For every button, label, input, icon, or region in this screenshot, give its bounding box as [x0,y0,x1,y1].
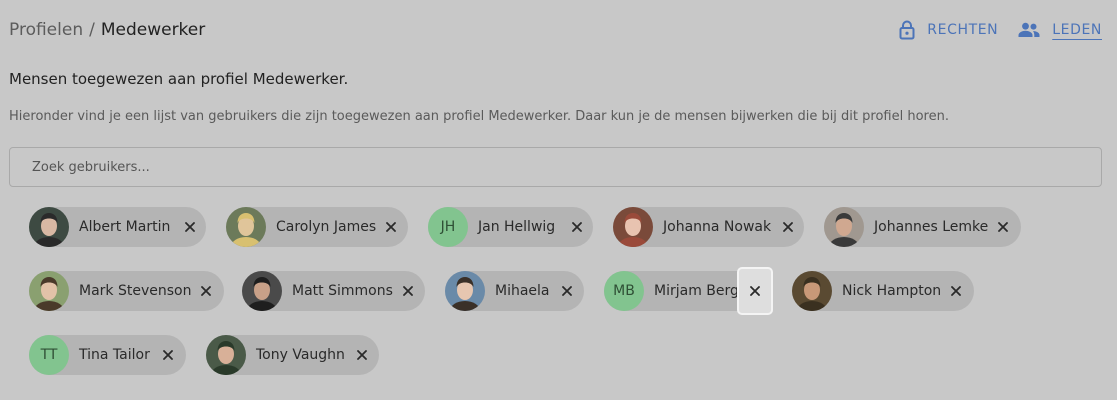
remove-member-button[interactable] [992,216,1014,238]
close-icon [572,222,582,232]
close-icon [951,286,961,296]
remove-member-button[interactable] [777,216,799,238]
avatar: MB [604,271,644,311]
tab-rechten-label: RECHTEN [927,22,999,38]
member-chip[interactable]: Tony Vaughn [206,335,379,375]
page-title: Medewerker [100,20,206,40]
member-name: Mihaela [495,283,550,299]
close-icon [783,222,793,232]
tab-bar: RECHTEN LEDEN [899,20,1102,40]
lock-icon [899,20,915,40]
remove-member-button[interactable] [380,216,402,238]
tab-leden[interactable]: LEDEN [1018,22,1102,38]
member-chip[interactable]: Carolyn James [226,207,408,247]
close-icon [163,350,173,360]
avatar [29,207,69,247]
avatar [613,207,653,247]
member-name: Tony Vaughn [256,347,345,363]
avatar [206,335,246,375]
search-input[interactable] [9,147,1102,187]
member-name: Tina Tailor [79,347,150,363]
member-name: Johanna Nowak [663,219,772,235]
member-name: Carolyn James [276,219,377,235]
section-description: Hieronder vind je een lijst van gebruike… [9,109,949,124]
member-chip[interactable]: MB Mirjam Berg [604,267,773,315]
tab-rechten[interactable]: RECHTEN [899,20,998,40]
tab-leden-label: LEDEN [1052,22,1102,38]
member-chip[interactable]: Nick Hampton [792,271,974,311]
avatar [29,271,69,311]
avatar [824,207,864,247]
remove-member-button[interactable] [397,280,419,302]
avatar: TT [29,335,69,375]
member-chip[interactable]: Johanna Nowak [613,207,804,247]
member-chip[interactable]: Johannes Lemke [824,207,1021,247]
close-icon [201,286,211,296]
member-chip[interactable]: TT Tina Tailor [29,335,186,375]
member-name: Jan Hellwig [478,219,556,235]
member-name: Albert Martin [79,219,171,235]
breadcrumb: Profielen / Medewerker [9,20,205,40]
breadcrumb-separator: / [89,20,95,40]
page-header: Profielen / Medewerker RECHTEN LEDEN [9,16,1102,44]
member-name: Mirjam Berg [654,283,739,299]
member-chip[interactable]: Matt Simmons [242,271,425,311]
member-chip[interactable]: Mark Stevenson [29,271,224,311]
close-icon [357,350,367,360]
avatar: JH [428,207,468,247]
avatar [226,207,266,247]
breadcrumb-parent[interactable]: Profielen [9,20,83,40]
close-icon [562,286,572,296]
remove-member-button[interactable] [195,280,217,302]
member-chip[interactable]: Albert Martin [29,207,206,247]
remove-member-button[interactable] [157,344,179,366]
close-icon [750,286,760,296]
remove-member-button[interactable] [737,267,773,315]
member-name: Mark Stevenson [79,283,192,299]
avatar [792,271,832,311]
member-name: Johannes Lemke [874,219,989,235]
member-chip[interactable]: JH Jan Hellwig [428,207,593,247]
people-icon [1018,22,1040,38]
close-icon [185,222,195,232]
member-name: Nick Hampton [842,283,942,299]
close-icon [998,222,1008,232]
remove-member-button[interactable] [179,216,201,238]
close-icon [386,222,396,232]
remove-member-button[interactable] [945,280,967,302]
remove-member-button[interactable] [556,280,578,302]
member-chip[interactable]: Mihaela [445,271,584,311]
remove-member-button[interactable] [566,216,588,238]
avatar [242,271,282,311]
avatar [445,271,485,311]
close-icon [403,286,413,296]
section-heading: Mensen toegewezen aan profiel Medewerker… [9,70,349,88]
member-name: Matt Simmons [292,283,393,299]
remove-member-button[interactable] [351,344,373,366]
